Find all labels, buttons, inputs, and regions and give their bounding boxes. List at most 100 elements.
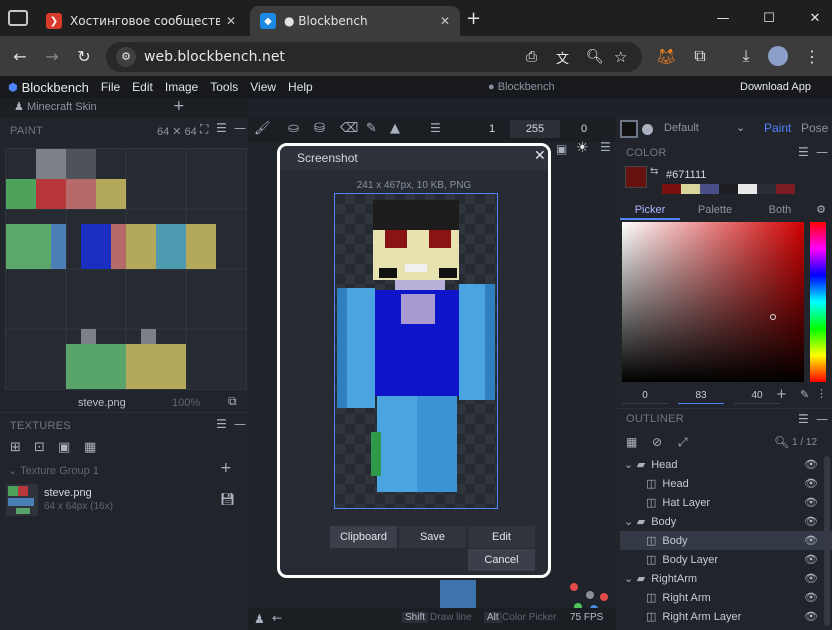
zoom-icon[interactable]: 🔍︎ xyxy=(586,49,604,65)
translate-icon[interactable]: 文 xyxy=(556,48,569,67)
outliner-search-icon[interactable]: 🔍︎ xyxy=(774,435,789,449)
outliner-group-row[interactable]: ⌄ ▰ RightArm 👁︎ xyxy=(620,569,832,588)
primary-color-swatch[interactable] xyxy=(620,120,638,138)
texture-grid-icon[interactable]: ▦ xyxy=(84,440,96,455)
tab-picker[interactable]: Picker xyxy=(620,200,680,220)
expand-icon[interactable]: ⤢ xyxy=(678,435,688,450)
texture-folder-icon[interactable]: ▣ xyxy=(58,440,70,455)
blend-dropdown-icon[interactable]: ⌄ xyxy=(736,121,745,134)
forward-icon[interactable]: → xyxy=(40,44,64,68)
collapse-icon[interactable]: — xyxy=(234,121,246,135)
import-texture-icon[interactable]: ⊞ xyxy=(10,440,21,455)
palette-swatch[interactable] xyxy=(776,184,795,194)
address-bar[interactable]: ⚙ web.blockbench.net ⎙ 文 🔍︎ ☆ xyxy=(106,42,642,72)
outliner-group-row[interactable]: ⌄ ▰ Body 👁︎ xyxy=(620,512,832,531)
close-tab-icon[interactable]: ✕ xyxy=(226,14,236,28)
stamp-tool-icon[interactable]: ⛀ xyxy=(288,121,299,136)
cancel-button[interactable]: Cancel xyxy=(468,549,535,571)
extensions-icon[interactable]: ⧉ xyxy=(688,44,712,68)
palette-swatch[interactable] xyxy=(700,184,719,194)
save-button[interactable]: Save xyxy=(399,526,466,548)
textures-collapse-icon[interactable]: — xyxy=(234,417,246,431)
visibility-eye-icon[interactable]: 👁︎ xyxy=(804,591,818,604)
color-options-icon[interactable]: ⋮ xyxy=(816,387,827,400)
visibility-eye-icon[interactable]: 👁︎ xyxy=(804,515,818,528)
palette-swatch[interactable] xyxy=(662,184,681,194)
menu-file[interactable]: File xyxy=(101,80,120,94)
outliner-menu-icon[interactable]: ☰ xyxy=(798,412,809,426)
metamask-extension-icon[interactable]: 🦊︎ xyxy=(654,44,678,68)
color-hex-value[interactable]: #671111 xyxy=(666,169,706,181)
mode-paint-tab[interactable]: Paint xyxy=(764,121,791,135)
blend-mode-select[interactable]: Default xyxy=(664,122,699,134)
copy-icon[interactable]: ⧉ xyxy=(228,394,237,409)
menu-image[interactable]: Image xyxy=(165,80,198,94)
tab-palette[interactable]: Palette xyxy=(680,200,750,220)
color-collapse-icon[interactable]: — xyxy=(816,145,828,159)
outliner-group-row[interactable]: ⌄ ▰ Head 👁︎ xyxy=(620,455,832,474)
color-picker-tool-icon[interactable]: ✎ xyxy=(366,121,377,136)
eraser-tool-icon[interactable]: ⌫ xyxy=(340,121,358,136)
site-info-icon[interactable]: ⚙ xyxy=(116,47,136,67)
visibility-eye-icon[interactable]: 👁︎ xyxy=(804,572,818,585)
browser-menu-icon[interactable]: ⋮ xyxy=(800,44,824,68)
outliner-cube-row[interactable]: ◫ Body Layer 👁︎ xyxy=(620,550,832,569)
brightness-icon[interactable]: ☀ xyxy=(576,140,589,156)
status-back-icon[interactable]: ← xyxy=(272,611,282,625)
visibility-eye-icon[interactable]: 👁︎ xyxy=(804,553,818,566)
browser-tab-hosting[interactable]: ❯ Хостинговое сообщество «Tim ✕ xyxy=(36,6,246,36)
panel-menu-icon[interactable]: ☰ xyxy=(216,121,227,135)
hue-slider[interactable] xyxy=(810,222,826,382)
outliner-scrollbar[interactable] xyxy=(824,456,830,626)
window-close-icon[interactable]: ✕ xyxy=(800,6,830,30)
palette-swatch[interactable] xyxy=(681,184,700,194)
textures-panel-menu-icon[interactable]: ☰ xyxy=(216,417,227,431)
visibility-eye-icon[interactable]: 👁︎ xyxy=(804,610,818,623)
toggle-visibility-icon[interactable]: ⊘ xyxy=(652,435,662,449)
back-icon[interactable]: ← xyxy=(8,44,32,68)
visibility-eye-icon[interactable]: 👁︎ xyxy=(804,496,818,509)
menu-tools[interactable]: Tools xyxy=(210,80,238,94)
color-mode-circle-icon[interactable] xyxy=(642,124,653,135)
shapes-tool-icon[interactable]: ▲ xyxy=(390,121,400,136)
toolbar-menu-icon[interactable]: ☰ xyxy=(430,121,441,135)
tab-search-icon[interactable] xyxy=(8,10,28,26)
dialog-close-icon[interactable]: ✕ xyxy=(534,148,546,164)
outliner-cube-row[interactable]: ◫ Right Arm Layer 👁︎ xyxy=(620,607,832,626)
visibility-eye-icon[interactable]: 👁︎ xyxy=(804,458,818,471)
palette-swatch[interactable] xyxy=(757,184,776,194)
viewport-image-icon[interactable]: ▣ xyxy=(556,142,567,156)
install-app-icon[interactable]: ⎙ xyxy=(526,49,537,65)
color-saturation-field[interactable] xyxy=(622,222,804,382)
reload-icon[interactable]: ↻ xyxy=(72,44,96,68)
color-settings-icon[interactable]: ⚙ xyxy=(810,200,832,220)
profile-avatar[interactable] xyxy=(768,46,788,66)
eyedropper-icon[interactable]: ✎ xyxy=(800,388,809,401)
visibility-eye-icon[interactable]: 👁︎ xyxy=(804,534,818,547)
maximize-icon[interactable]: ☐ xyxy=(754,6,784,30)
fullscreen-icon[interactable]: ⛶ xyxy=(200,122,208,137)
palette-swatch[interactable] xyxy=(719,184,738,194)
menu-help[interactable]: Help xyxy=(288,80,313,94)
texture-group[interactable]: ⌄ Texture Group 1 xyxy=(8,464,99,477)
new-tab-plus-icon[interactable]: + xyxy=(173,98,185,114)
save-texture-icon[interactable]: 💾︎ xyxy=(220,492,235,506)
browser-tab-blockbench[interactable]: ◆ ● Blockbench ✕ xyxy=(250,6,460,36)
visibility-eye-icon[interactable]: 👁︎ xyxy=(804,477,818,490)
add-cube-icon[interactable]: ▦ xyxy=(626,435,637,449)
brightness-value-input[interactable]: 40 xyxy=(734,390,780,404)
brush-opacity-input[interactable]: 255 xyxy=(510,120,560,138)
outliner-cube-row[interactable]: ◫ Head 👁︎ xyxy=(620,474,832,493)
texture-item-name[interactable]: steve.png xyxy=(44,487,92,499)
brush-softness-input[interactable]: 0 xyxy=(566,123,602,135)
outliner-cube-row[interactable]: ◫ Body 👁︎ xyxy=(620,531,832,550)
new-tab-icon[interactable]: + xyxy=(466,8,481,29)
color-panel-menu-icon[interactable]: ☰ xyxy=(798,145,809,159)
add-texture-icon[interactable]: + xyxy=(220,460,232,476)
uv-texture-editor[interactable] xyxy=(5,148,247,390)
color-palette-swatches[interactable] xyxy=(662,184,795,194)
close-tab-icon[interactable]: ✕ xyxy=(440,14,450,28)
viewport-menu-icon[interactable]: ☰ xyxy=(600,140,611,154)
saturation-value-input[interactable]: 83 xyxy=(678,390,724,404)
menu-edit[interactable]: Edit xyxy=(132,80,153,94)
